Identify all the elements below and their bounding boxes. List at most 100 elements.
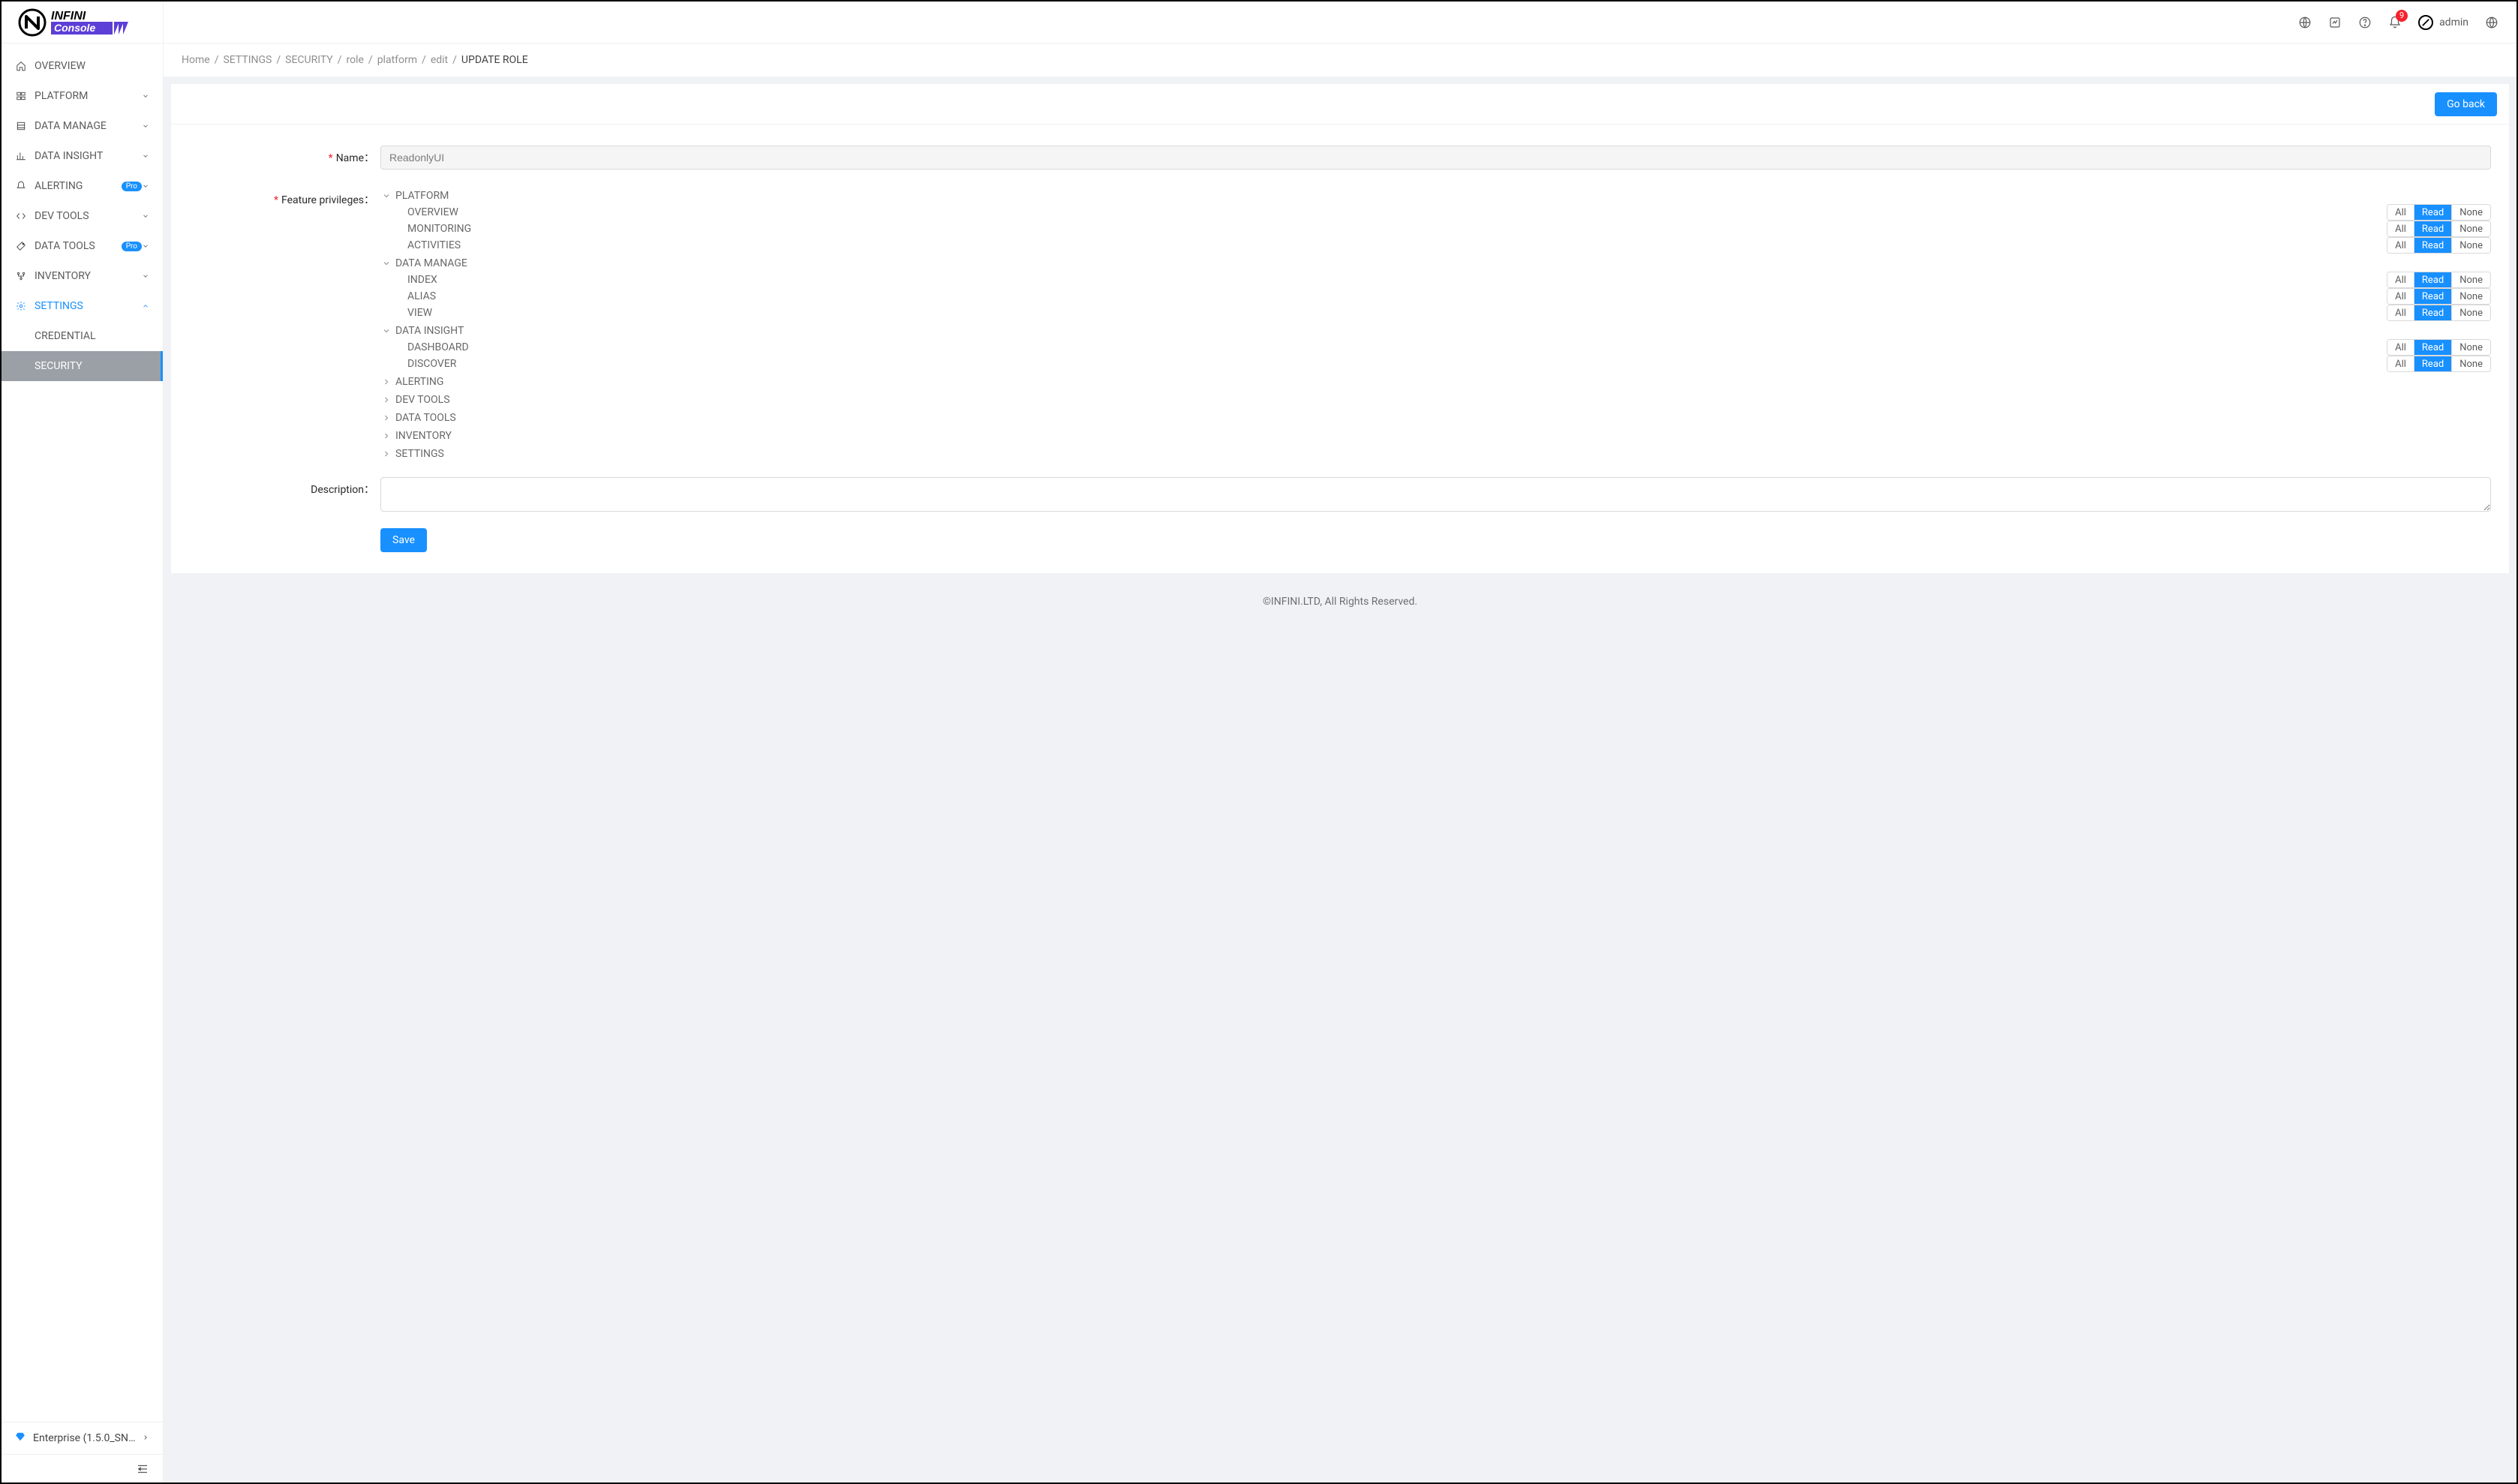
notifications-icon[interactable]: 9 xyxy=(2388,16,2402,29)
breadcrumb-item[interactable]: SETTINGS xyxy=(223,54,272,66)
logo[interactable]: INFINI Console xyxy=(2,2,164,44)
breadcrumb-item[interactable]: platform xyxy=(377,54,417,66)
sidebar-item-label: SETTINGS xyxy=(35,300,142,312)
privilege-option-none[interactable]: None xyxy=(2451,305,2490,320)
privilege-option-all[interactable]: All xyxy=(2387,272,2414,287)
privilege-group-label: DEV TOOLS xyxy=(395,394,450,406)
breadcrumb-separator: / xyxy=(368,54,373,66)
privilege-group-data-insight[interactable]: DATA INSIGHT xyxy=(380,323,2491,339)
privilege-option-read[interactable]: Read xyxy=(2414,238,2451,253)
privilege-option-none[interactable]: None xyxy=(2451,356,2490,371)
sidebar-item-platform[interactable]: PLATFORM xyxy=(2,81,163,111)
sidebar-item-data-manage[interactable]: DATA MANAGE xyxy=(2,111,163,141)
privilege-item-label: MONITORING xyxy=(407,223,2387,235)
privilege-option-all[interactable]: All xyxy=(2387,238,2414,253)
privilege-item: OVERVIEWAllReadNone xyxy=(380,204,2491,221)
sidebar-item-label: CREDENTIAL xyxy=(35,330,149,342)
privilege-radio-group: AllReadNone xyxy=(2387,204,2491,221)
privilege-option-all[interactable]: All xyxy=(2387,356,2414,371)
sidebar-item-label: PLATFORM xyxy=(35,90,142,102)
sidebar-item-overview[interactable]: OVERVIEW xyxy=(2,51,163,81)
breadcrumb-item[interactable]: SECURITY xyxy=(285,54,333,66)
privilege-option-none[interactable]: None xyxy=(2451,272,2490,287)
platform-icon xyxy=(15,90,27,102)
privilege-item: ALIASAllReadNone xyxy=(380,288,2491,305)
privilege-group-label: DATA MANAGE xyxy=(395,257,467,269)
sidebar-item-inventory[interactable]: INVENTORY xyxy=(2,261,163,291)
privilege-option-read[interactable]: Read xyxy=(2414,205,2451,220)
home-icon xyxy=(15,60,27,72)
privilege-radio-group: AllReadNone xyxy=(2387,288,2491,305)
name-input xyxy=(380,146,2491,170)
privilege-option-read[interactable]: Read xyxy=(2414,356,2451,371)
breadcrumb-item[interactable]: edit xyxy=(431,54,448,66)
description-textarea[interactable] xyxy=(380,477,2491,512)
privilege-group-data-manage[interactable]: DATA MANAGE xyxy=(380,255,2491,272)
sidebar-item-label: OVERVIEW xyxy=(35,60,149,72)
privilege-radio-group: AllReadNone xyxy=(2387,221,2491,237)
privilege-option-all[interactable]: All xyxy=(2387,205,2414,220)
privilege-item-label: INDEX xyxy=(407,274,2387,286)
privilege-option-none[interactable]: None xyxy=(2451,205,2490,220)
sidebar-item-settings[interactable]: SETTINGS xyxy=(2,291,163,321)
privilege-group-alerting[interactable]: ALERTING xyxy=(380,374,2491,390)
sidebar-item-data-tools[interactable]: DATA TOOLSPro xyxy=(2,231,163,261)
notification-badge: 9 xyxy=(2396,10,2408,22)
privilege-option-read[interactable]: Read xyxy=(2414,221,2451,236)
privilege-option-all[interactable]: All xyxy=(2387,340,2414,355)
user-menu[interactable]: admin xyxy=(2418,15,2468,30)
privilege-item-label: DISCOVER xyxy=(407,358,2387,370)
sidebar-item-label: DATA TOOLS xyxy=(35,240,117,252)
privilege-option-none[interactable]: None xyxy=(2451,340,2490,355)
privilege-option-read[interactable]: Read xyxy=(2414,272,2451,287)
chevron-down-icon xyxy=(142,242,149,250)
privilege-group-label: DATA INSIGHT xyxy=(395,325,464,337)
chevron-right-icon xyxy=(380,376,392,388)
privilege-group-platform[interactable]: PLATFORM xyxy=(380,188,2491,204)
privilege-item-label: ALIAS xyxy=(407,290,2387,302)
chevron-down-icon xyxy=(142,182,149,190)
privilege-option-all[interactable]: All xyxy=(2387,305,2414,320)
license-info[interactable]: Enterprise (1.5.0_SNAPS… xyxy=(2,1422,163,1454)
privilege-group-inventory[interactable]: INVENTORY xyxy=(380,428,2491,444)
breadcrumb: Home/SETTINGS/SECURITY/role/platform/edi… xyxy=(164,44,2516,77)
privilege-group-dev-tools[interactable]: DEV TOOLS xyxy=(380,392,2491,408)
privilege-radio-group: AllReadNone xyxy=(2387,305,2491,321)
privilege-option-read[interactable]: Read xyxy=(2414,305,2451,320)
sidebar-subitem-credential[interactable]: CREDENTIAL xyxy=(2,321,163,351)
sidebar-item-alerting[interactable]: ALERTINGPro xyxy=(2,171,163,201)
sidebar: OVERVIEW PLATFORM DATA MANAGEDATA INSIGHTA… xyxy=(2,44,164,1482)
privilege-option-all[interactable]: All xyxy=(2387,289,2414,304)
sidebar-collapse-button[interactable] xyxy=(2,1454,163,1482)
privilege-option-all[interactable]: All xyxy=(2387,221,2414,236)
go-back-button[interactable]: Go back xyxy=(2435,92,2497,116)
sidebar-item-label: DEV TOOLS xyxy=(35,210,142,222)
privilege-group-settings[interactable]: SETTINGS xyxy=(380,446,2491,462)
sidebar-item-label: SECURITY xyxy=(35,360,149,372)
privilege-group-data-tools[interactable]: DATA TOOLS xyxy=(380,410,2491,426)
sidebar-item-dev-tools[interactable]: DEV TOOLS xyxy=(2,201,163,231)
privilege-option-none[interactable]: None xyxy=(2451,221,2490,236)
breadcrumb-item[interactable]: role xyxy=(346,54,363,66)
page-footer: ©INFINI.LTD, All Rights Reserved. xyxy=(171,573,2509,615)
privilege-option-none[interactable]: None xyxy=(2451,238,2490,253)
privilege-option-read[interactable]: Read xyxy=(2414,289,2451,304)
chevron-down-icon xyxy=(380,190,392,202)
privilege-item: DASHBOARDAllReadNone xyxy=(380,339,2491,356)
privilege-option-none[interactable]: None xyxy=(2451,289,2490,304)
chevron-right-icon xyxy=(380,448,392,460)
sidebar-subitem-security[interactable]: SECURITY xyxy=(2,351,163,381)
globe-cluster-icon[interactable] xyxy=(2298,16,2312,29)
sidebar-item-data-insight[interactable]: DATA INSIGHT xyxy=(2,141,163,171)
sidebar-item-label: INVENTORY xyxy=(35,270,142,282)
language-icon[interactable] xyxy=(2485,16,2498,29)
save-button[interactable]: Save xyxy=(380,528,427,552)
privilege-option-read[interactable]: Read xyxy=(2414,340,2451,355)
help-icon[interactable] xyxy=(2358,16,2372,29)
inventory-icon xyxy=(15,270,27,282)
chevron-right-icon xyxy=(380,394,392,406)
chevron-right-icon xyxy=(380,430,392,442)
breadcrumb-separator: / xyxy=(215,54,219,66)
breadcrumb-item[interactable]: Home xyxy=(182,54,210,66)
workspace-icon[interactable] xyxy=(2328,16,2342,29)
